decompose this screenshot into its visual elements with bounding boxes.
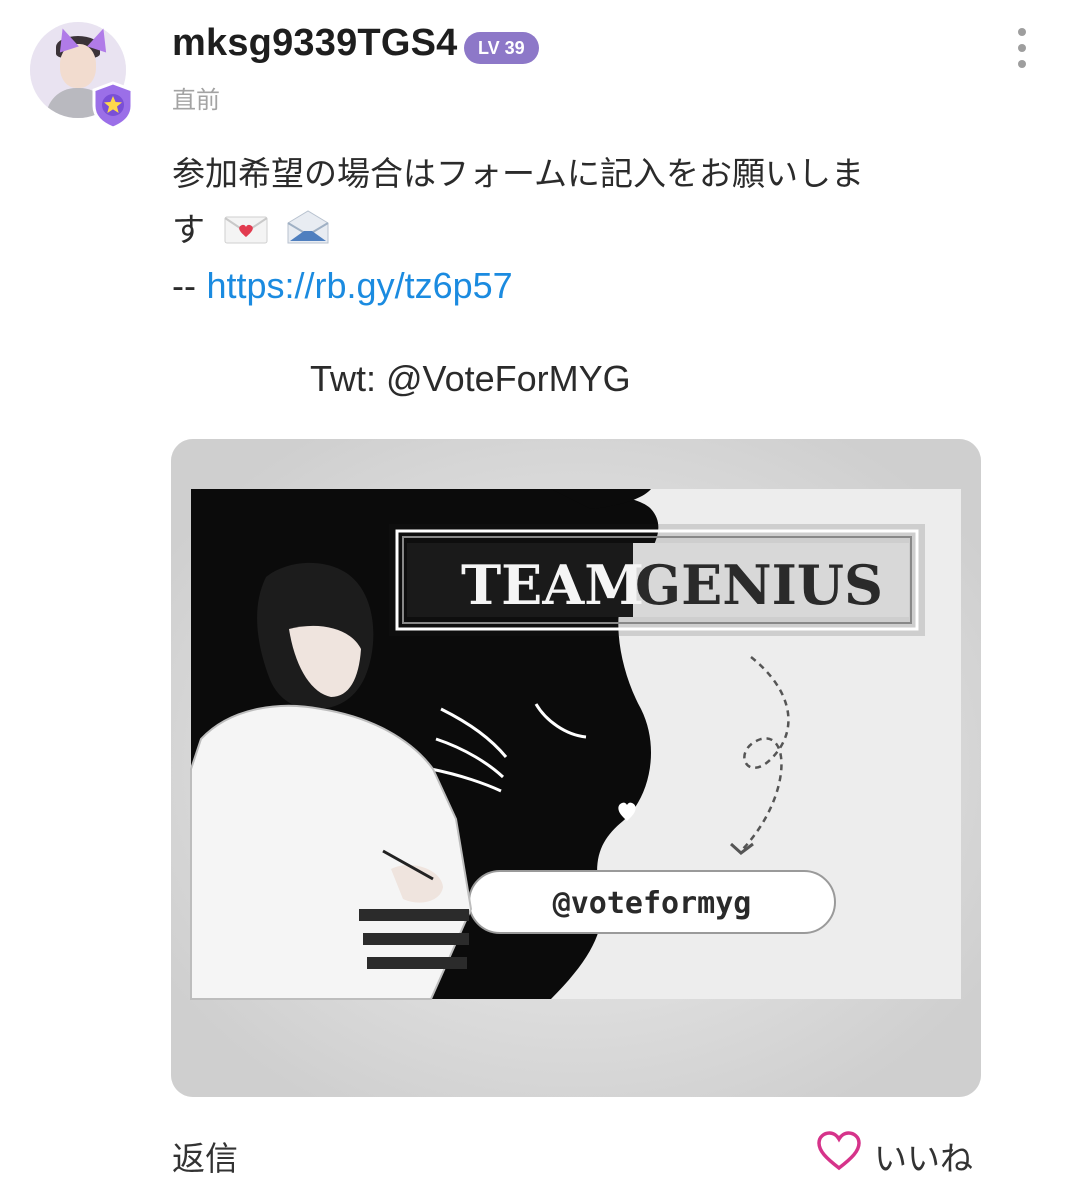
twitter-handle-text: Twt: @VoteForMYG	[310, 358, 631, 399]
heart-icon	[817, 1131, 861, 1171]
post-link-line: -- https://rb.gy/tz6p57	[172, 258, 1002, 315]
envelope-emoji	[286, 206, 330, 244]
link-prefix: --	[172, 265, 196, 306]
handle-text: @voteformyg	[553, 886, 752, 921]
post-text-line2-wrap: す	[172, 202, 1002, 258]
post-text-line1: 参加希望の場合はフォームに記入をお願いしま	[172, 154, 865, 193]
username[interactable]: mksg9339TGS4	[172, 22, 457, 65]
level-badge: LV 39	[464, 32, 539, 64]
title-team: TEAM	[461, 553, 644, 617]
reply-button[interactable]: 返信	[172, 1132, 238, 1180]
post-image[interactable]: TEAM GENIUS @voteformyg	[171, 439, 981, 1097]
form-link[interactable]: https://rb.gy/tz6p57	[206, 265, 512, 306]
like-label: いいね	[874, 1139, 973, 1178]
post-timestamp: 直前	[172, 86, 220, 114]
more-options-icon[interactable]	[1008, 28, 1036, 74]
title-genius: GENIUS	[635, 553, 883, 617]
level-shield-icon	[92, 81, 134, 130]
team-genius-banner: TEAM GENIUS @voteformyg	[171, 439, 981, 1097]
post-body: 参加希望の場合はフォームに記入をお願いしま す -- https://rb.gy…	[172, 146, 1002, 315]
post-text-line2: す	[172, 210, 205, 249]
love-letter-emoji	[223, 206, 268, 244]
